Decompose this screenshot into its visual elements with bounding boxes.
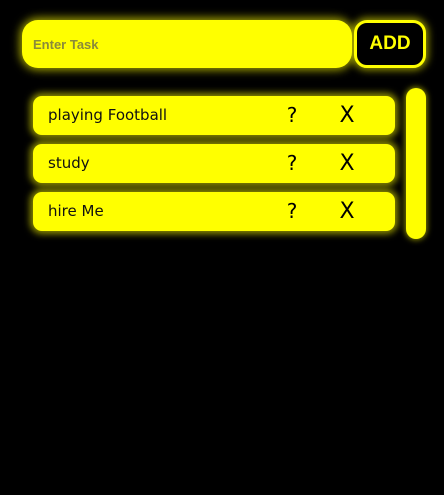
- edit-task-button[interactable]: ?: [283, 96, 301, 135]
- delete-task-button[interactable]: X: [336, 96, 358, 135]
- task-text: study: [48, 154, 90, 172]
- task-input-row: ADD: [22, 20, 426, 68]
- add-button[interactable]: ADD: [354, 20, 426, 68]
- delete-task-button[interactable]: X: [336, 192, 358, 231]
- todo-app: ADD playing Football ? X study ? X hire …: [0, 0, 444, 495]
- task-list-scrollbar[interactable]: [406, 88, 426, 239]
- task-text: hire Me: [48, 202, 104, 220]
- task-item: playing Football ? X: [33, 96, 395, 135]
- task-list: playing Football ? X study ? X hire Me ?…: [33, 96, 395, 240]
- task-text: playing Football: [48, 106, 168, 124]
- delete-task-button[interactable]: X: [336, 144, 358, 183]
- task-item: study ? X: [33, 144, 395, 183]
- edit-task-button[interactable]: ?: [283, 192, 301, 231]
- edit-task-button[interactable]: ?: [283, 144, 301, 183]
- task-input[interactable]: [22, 20, 352, 68]
- task-item: hire Me ? X: [33, 192, 395, 231]
